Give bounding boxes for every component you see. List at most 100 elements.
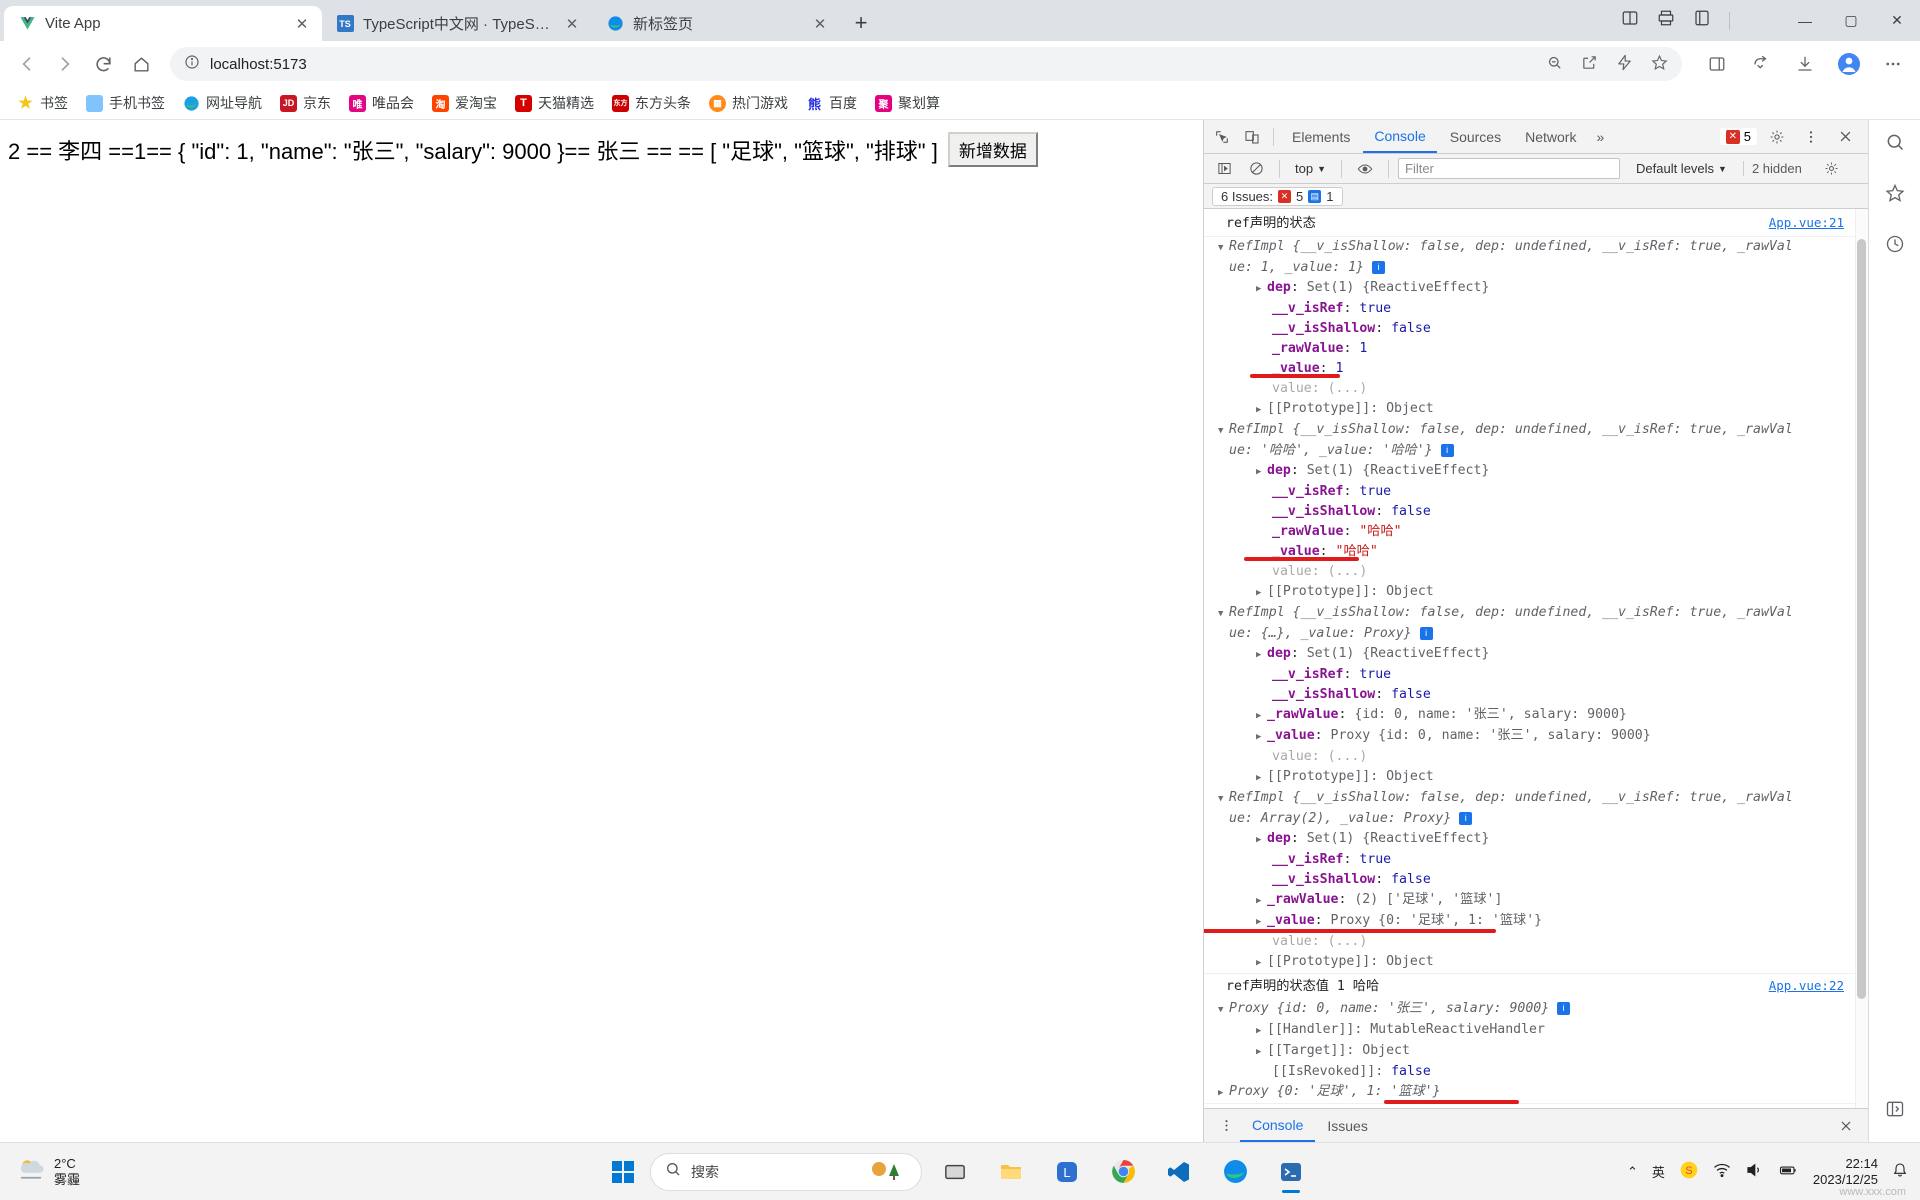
- kebab-menu-icon[interactable]: [1212, 1112, 1240, 1140]
- collections-icon[interactable]: [1693, 9, 1711, 32]
- tab-sources[interactable]: Sources: [1439, 120, 1512, 153]
- console-filter-input[interactable]: Filter: [1398, 158, 1620, 179]
- tab-console[interactable]: Console: [1363, 120, 1437, 153]
- expand-triangle-icon[interactable]: ▶: [1256, 583, 1267, 603]
- object-prototype[interactable]: ▶ [[Prototype]]: Object: [1204, 952, 1868, 974]
- bookmark-item[interactable]: 网址导航: [174, 90, 271, 116]
- bookmark-item[interactable]: 熊 百度: [797, 90, 866, 116]
- object-prototype[interactable]: ▶ [[Prototype]]: Object: [1204, 399, 1868, 420]
- expand-triangle-icon[interactable]: ▶: [1256, 1042, 1267, 1062]
- expand-triangle-icon[interactable]: ▶: [1218, 1083, 1229, 1103]
- object-prototype[interactable]: ▶ [[Prototype]]: Object: [1204, 582, 1868, 603]
- taskbar-app-line[interactable]: L: [1044, 1149, 1090, 1195]
- expand-triangle-icon[interactable]: ▶: [1256, 400, 1267, 420]
- hidden-messages-count[interactable]: 2 hidden: [1742, 161, 1810, 176]
- context-selector[interactable]: top ▼: [1289, 161, 1332, 176]
- proxy-internal-slot[interactable]: ▶ [[Handler]]: MutableReactiveHandler: [1204, 1020, 1868, 1041]
- gear-icon[interactable]: [1763, 123, 1791, 151]
- object-header[interactable]: ▼ RefImpl {__v_isShallow: false, dep: und…: [1204, 237, 1868, 258]
- url-text[interactable]: localhost:5173: [210, 56, 1536, 73]
- share-icon[interactable]: [1581, 54, 1598, 75]
- bookmark-item[interactable]: T 天猫精选: [506, 90, 603, 116]
- browser-tab-newtab[interactable]: 新标签页 ✕: [592, 6, 840, 41]
- taskbar-search-input[interactable]: 搜索: [650, 1152, 922, 1191]
- close-icon[interactable]: [1831, 123, 1859, 151]
- source-link[interactable]: App.vue:22: [1769, 976, 1868, 996]
- close-icon[interactable]: ✕: [810, 14, 830, 34]
- expand-triangle-icon[interactable]: ▼: [1218, 604, 1229, 624]
- object-property[interactable]: value: (...): [1204, 932, 1868, 952]
- expand-triangle-icon[interactable]: ▼: [1218, 1000, 1229, 1020]
- expand-triangle-icon[interactable]: ▶: [1256, 462, 1267, 482]
- proxy-internal-slot[interactable]: ▶ [[Target]]: Object: [1204, 1041, 1868, 1062]
- object-property[interactable]: ▶ dep: Set(1) {ReactiveEffect}: [1204, 461, 1868, 482]
- home-button[interactable]: [124, 47, 158, 81]
- object-header[interactable]: ▼ RefImpl {__v_isShallow: false, dep: und…: [1204, 788, 1868, 809]
- taskbar-app-vscode[interactable]: [1156, 1149, 1202, 1195]
- taskbar-app-chrome[interactable]: [1100, 1149, 1146, 1195]
- proxy-header-highlighted[interactable]: ▶ Proxy {0: '足球', 1: '篮球'}: [1204, 1082, 1868, 1104]
- reload-button[interactable]: [86, 47, 120, 81]
- issues-chip[interactable]: 6 Issues: ✕ 5 ▤ 1: [1212, 186, 1343, 206]
- info-icon[interactable]: i: [1371, 260, 1385, 274]
- console-scrollbar[interactable]: [1855, 209, 1868, 1108]
- close-icon[interactable]: ✕: [562, 14, 582, 34]
- bookmark-item[interactable]: ▦ 热门游戏: [700, 90, 797, 116]
- drawer-tab-issues[interactable]: Issues: [1315, 1109, 1379, 1142]
- expand-triangle-icon[interactable]: ▶: [1256, 830, 1267, 850]
- object-property[interactable]: ▶ _value: Proxy {id: 0, name: '张三', salar…: [1204, 726, 1868, 747]
- battery-icon[interactable]: [1777, 1161, 1799, 1182]
- add-data-button[interactable]: 新增数据: [947, 132, 1038, 167]
- source-link[interactable]: App.vue:21: [1769, 213, 1868, 233]
- zoom-icon[interactable]: [1546, 54, 1563, 75]
- browser-tab-vite-app[interactable]: Vite App ✕: [4, 6, 322, 41]
- object-property[interactable]: ▶ _rawValue: {id: 0, name: '张三', salary: …: [1204, 705, 1868, 726]
- inspect-cursor-icon[interactable]: [1208, 123, 1236, 151]
- clock-icon[interactable]: [1885, 234, 1905, 259]
- bookmark-item[interactable]: 手机书签: [77, 90, 174, 116]
- windows-start-icon[interactable]: [606, 1155, 640, 1189]
- tab-network[interactable]: Network: [1514, 120, 1587, 153]
- expand-triangle-icon[interactable]: ▶: [1256, 645, 1267, 665]
- expand-triangle-icon[interactable]: ▶: [1256, 1021, 1267, 1041]
- tray-chevron-icon[interactable]: ⌃: [1627, 1164, 1638, 1180]
- info-icon[interactable]: i: [1459, 811, 1473, 825]
- panel-expand-icon[interactable]: [1885, 1099, 1905, 1124]
- ime-indicator[interactable]: 英: [1652, 1162, 1665, 1181]
- bookmark-item[interactable]: JD 京东: [271, 90, 340, 116]
- bookmark-item[interactable]: 淘 爱淘宝: [423, 90, 506, 116]
- console-settings-gear-icon[interactable]: [1818, 155, 1846, 183]
- execute-snippet-icon[interactable]: [1210, 155, 1238, 183]
- search-icon[interactable]: [1885, 132, 1905, 157]
- expand-triangle-icon[interactable]: ▶: [1256, 279, 1267, 299]
- error-count-badge[interactable]: ✕ 5: [1719, 128, 1757, 145]
- bookmark-item[interactable]: 唯 唯品会: [340, 90, 423, 116]
- scrollbar-thumb[interactable]: [1857, 239, 1866, 999]
- object-property[interactable]: value: (...): [1204, 379, 1868, 399]
- info-icon[interactable]: i: [1557, 1001, 1571, 1015]
- object-property[interactable]: value: (...): [1204, 562, 1868, 582]
- taskbar-clock[interactable]: 22:14 2023/12/25: [1813, 1156, 1878, 1188]
- bookmark-star-icon[interactable]: [1651, 54, 1668, 75]
- address-bar[interactable]: localhost:5173: [170, 47, 1682, 81]
- taskbar-app-file-explorer[interactable]: [988, 1149, 1034, 1195]
- object-property[interactable]: ▶ dep: Set(1) {ReactiveEffect}: [1204, 829, 1868, 850]
- clear-console-icon[interactable]: [1242, 155, 1270, 183]
- object-property[interactable]: ▶ _rawValue: (2) ['足球', '篮球']: [1204, 890, 1868, 911]
- object-property-highlighted[interactable]: ▶ _value: Proxy {0: '足球', 1: '篮球'}: [1204, 911, 1868, 933]
- wifi-icon[interactable]: [1713, 1161, 1731, 1182]
- expand-triangle-icon[interactable]: ▶: [1256, 706, 1267, 726]
- download-icon[interactable]: [1788, 47, 1822, 81]
- volume-icon[interactable]: [1745, 1161, 1763, 1182]
- object-property[interactable]: ▶ dep: Set(1) {ReactiveEffect}: [1204, 644, 1868, 665]
- taskbar-app-edge[interactable]: [1212, 1149, 1258, 1195]
- device-toggle-icon[interactable]: [1238, 123, 1266, 151]
- info-icon[interactable]: i: [1440, 443, 1454, 457]
- print-icon[interactable]: [1657, 9, 1675, 32]
- info-icon[interactable]: i: [1419, 626, 1433, 640]
- kebab-menu-icon[interactable]: [1797, 123, 1825, 151]
- console-prompt[interactable]: >: [1204, 1103, 1868, 1108]
- bookmark-item[interactable]: 东方 东方头条: [603, 90, 700, 116]
- bookmark-item[interactable]: ★ 书签: [8, 90, 77, 116]
- object-header[interactable]: ▼ RefImpl {__v_isShallow: false, dep: und…: [1204, 420, 1868, 441]
